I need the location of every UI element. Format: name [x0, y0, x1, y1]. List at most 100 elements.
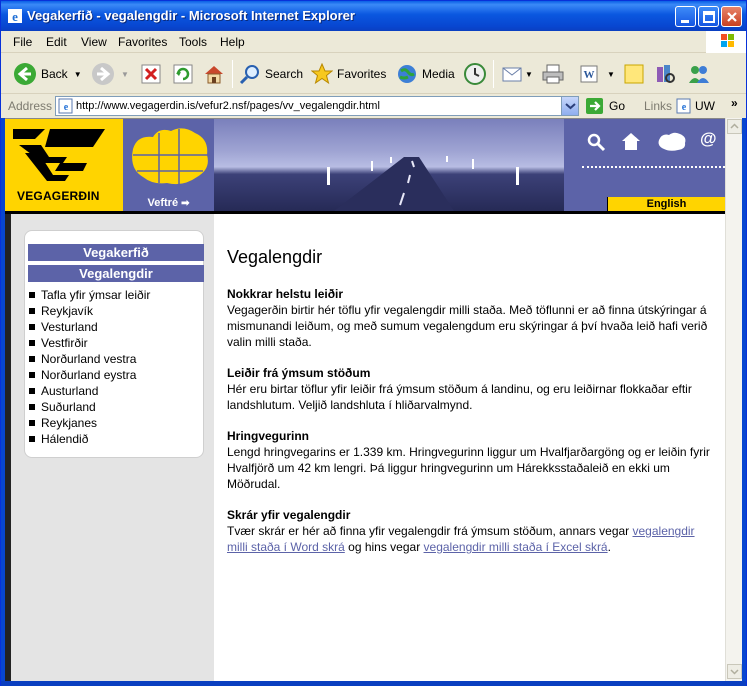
nav-item[interactable]: Vestfirðir — [29, 335, 150, 351]
links-label[interactable]: Links — [644, 99, 672, 113]
forward-button[interactable]: ▼ — [91, 58, 129, 90]
dotted-divider — [582, 166, 725, 168]
menu-file[interactable]: File — [13, 35, 32, 49]
history-icon — [464, 63, 486, 85]
mail-dropdown-icon: ▼ — [525, 69, 533, 79]
word-edit-icon: W — [580, 65, 598, 83]
vegagerdin-logo[interactable]: VEGAGERÐIN — [5, 119, 123, 211]
search-icon — [239, 65, 259, 85]
section-body: Lengd hringvegarins er 1.339 km. Hringve… — [227, 445, 710, 491]
media-button[interactable]: Media — [396, 58, 455, 90]
search-button[interactable]: Search — [239, 58, 303, 90]
refresh-icon — [173, 64, 193, 84]
windows-logo — [706, 31, 746, 53]
favorites-button[interactable]: Favorites — [311, 58, 386, 90]
logo-wordmark: VEGAGERÐIN — [17, 189, 100, 203]
vertical-scrollbar[interactable] — [725, 118, 742, 681]
title-bar: e Vegakerfið - vegalengdir - Microsoft I… — [1, 1, 746, 31]
nav-item[interactable]: Tafla yfir ýmsar leiðir — [29, 287, 150, 303]
section-heading: Hringvegurinn — [227, 429, 310, 443]
excel-file-link[interactable]: vegalengdir milli staða í Excel skrá — [424, 540, 608, 554]
iceland-icon[interactable] — [656, 130, 688, 152]
close-button[interactable] — [721, 6, 742, 27]
minimize-button[interactable] — [675, 6, 696, 27]
nav-item[interactable]: Norðurland vestra — [29, 351, 150, 367]
scroll-up-button[interactable] — [727, 119, 742, 134]
history-button[interactable] — [463, 58, 487, 90]
section-heading: Leiðir frá ýmsum stöðum — [227, 366, 371, 380]
stop-button[interactable] — [141, 58, 161, 90]
maximize-button[interactable] — [698, 6, 719, 27]
email-icon[interactable]: @ — [700, 129, 717, 149]
iceland-map-icon — [132, 128, 209, 185]
menu-edit[interactable]: Edit — [46, 35, 67, 49]
search-icon[interactable] — [586, 132, 606, 152]
address-input[interactable]: e http://www.vegagerdin.is/vefur2.nsf/pa… — [55, 96, 579, 116]
windows-flag-icon — [721, 34, 734, 47]
page-title: Vegalengdir — [227, 247, 323, 267]
toolbar: Back ▼ ▼ Search Favorites Media ▼ W ▼ — [1, 54, 746, 94]
messenger-button[interactable] — [687, 58, 711, 90]
back-arrow-icon — [14, 63, 36, 85]
svg-text:e: e — [682, 102, 687, 113]
links-overflow-icon[interactable]: » — [731, 96, 738, 110]
home-button[interactable] — [203, 58, 225, 90]
uw-link[interactable]: e UW — [676, 98, 715, 114]
search-label: Search — [265, 67, 304, 81]
go-arrow-icon — [586, 98, 603, 114]
chevron-up-icon — [730, 123, 739, 129]
go-label: Go — [609, 99, 626, 113]
forward-dropdown-icon: ▼ — [121, 69, 129, 79]
menu-view[interactable]: View — [81, 35, 107, 49]
sidebar-edge — [5, 214, 11, 681]
edit-button[interactable]: W ▼ — [579, 58, 615, 90]
research-button[interactable] — [654, 58, 676, 90]
svg-text:e: e — [64, 102, 69, 113]
scroll-down-button[interactable] — [727, 664, 742, 679]
nav-item[interactable]: Norðurland eystra — [29, 367, 150, 383]
menu-favorites[interactable]: Favorites — [118, 35, 167, 49]
svg-text:e: e — [12, 9, 18, 24]
mail-button[interactable]: ▼ — [501, 58, 533, 90]
minimize-icon — [681, 20, 689, 23]
mail-icon — [502, 67, 522, 82]
section-heading: Skrár yfir vegalengdir — [227, 508, 351, 522]
nav-item[interactable]: Austurland — [29, 383, 150, 399]
nav-heading-vegakerfid[interactable]: Vegakerfið — [28, 244, 204, 261]
sitemap-link[interactable]: Veftré ➡ — [123, 196, 214, 211]
print-button[interactable] — [541, 58, 565, 90]
body-text: Tvær skrár er hér að finna yfir vegaleng… — [227, 524, 633, 538]
media-label: Media — [422, 67, 455, 81]
section-body: Tvær skrár er hér að finna yfir vegaleng… — [227, 523, 717, 555]
ie-page-icon: e — [676, 98, 691, 114]
section-main-routes: Nokkrar helstu leiðir Vegagerðin birtir … — [227, 286, 717, 350]
nav-item[interactable]: Vesturland — [29, 319, 150, 335]
discuss-button[interactable] — [623, 58, 645, 90]
page-viewport: VEGAGERÐIN Veftré ➡ @ English Vegakerfið… — [5, 118, 725, 681]
nav-heading-vegalengdir[interactable]: Vegalengdir — [28, 265, 204, 282]
left-sidebar: Vegakerfið Vegalengdir Tafla yfir ýmsar … — [5, 214, 214, 681]
nav-item[interactable]: Reykjavík — [29, 303, 150, 319]
address-bar: Address e http://www.vegagerdin.is/vefur… — [1, 95, 746, 117]
nav-item[interactable]: Suðurland — [29, 399, 150, 415]
chevron-down-icon — [730, 669, 739, 675]
window-frame-right — [742, 118, 746, 681]
english-link[interactable]: English — [607, 197, 725, 211]
close-icon — [727, 12, 737, 22]
messenger-icon — [689, 66, 709, 83]
refresh-button[interactable] — [173, 58, 193, 90]
back-label: Back — [41, 67, 68, 81]
go-button[interactable]: Go — [586, 98, 625, 114]
back-button[interactable]: Back ▼ — [13, 58, 82, 90]
edit-dropdown-icon: ▼ — [607, 69, 615, 79]
menu-bar: File Edit View Favorites Tools Help — [1, 31, 746, 53]
nav-list: Tafla yfir ýmsar leiðir Reykjavík Vestur… — [29, 287, 150, 447]
address-dropdown[interactable] — [561, 97, 578, 115]
menu-help[interactable]: Help — [220, 35, 245, 49]
home-icon[interactable] — [620, 131, 642, 151]
nav-item[interactable]: Hálendið — [29, 431, 150, 447]
nav-item[interactable]: Reykjanes — [29, 415, 150, 431]
side-navigation: Vegakerfið Vegalengdir Tafla yfir ýmsar … — [24, 230, 204, 458]
note-icon — [624, 64, 644, 84]
menu-tools[interactable]: Tools — [179, 35, 207, 49]
